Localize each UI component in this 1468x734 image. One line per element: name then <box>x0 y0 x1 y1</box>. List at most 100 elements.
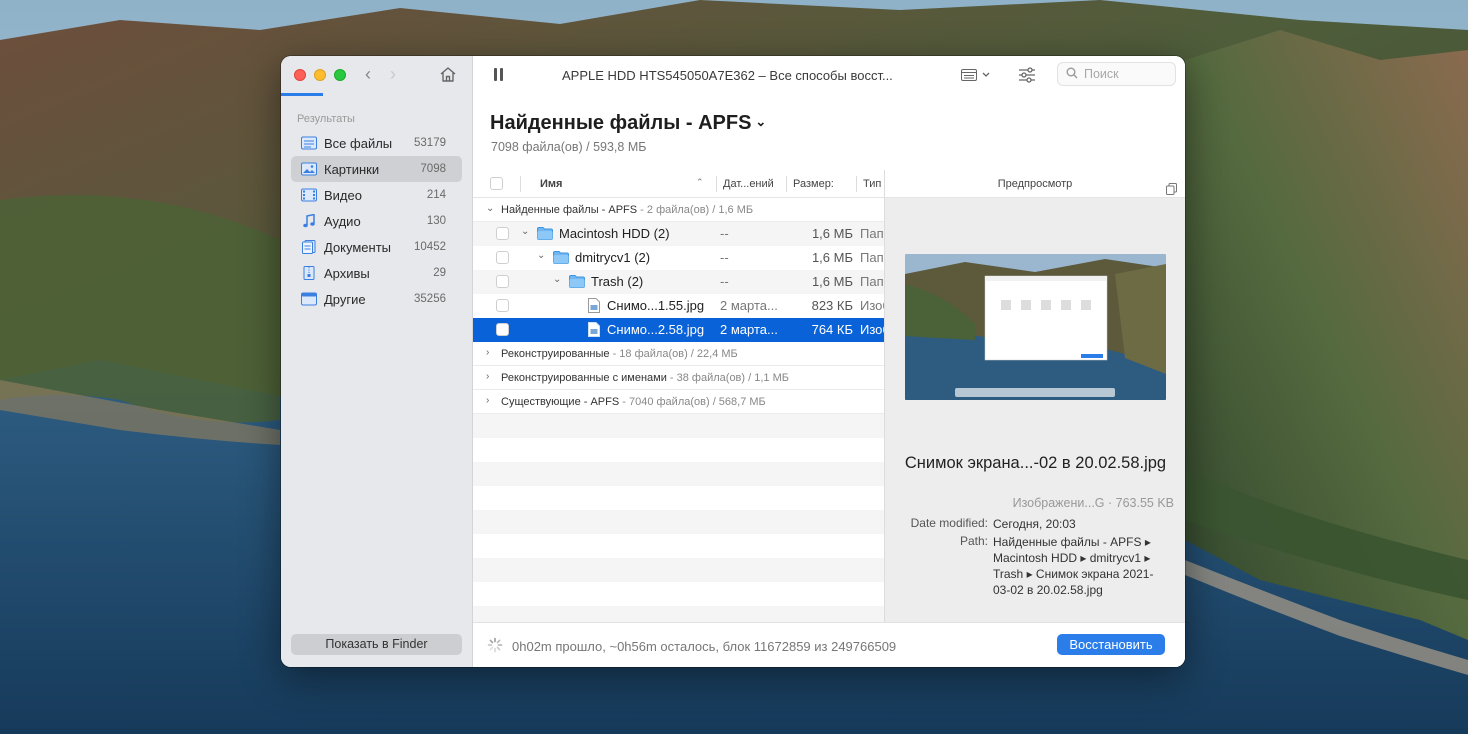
preview-metadata: Date modified: Сегодня, 20:03 Path: Найд… <box>885 516 1185 600</box>
table-row-selected[interactable]: Снимо...2.58.jpg 2 марта... 764 КБ Изобр… <box>473 318 884 342</box>
meta-value: Сегодня, 20:03 <box>993 517 1076 531</box>
row-checkbox[interactable] <box>496 299 509 312</box>
restore-button[interactable]: Восстановить <box>1057 634 1165 655</box>
sidebar-item-count: 214 <box>426 189 446 201</box>
empty-row <box>473 510 884 534</box>
scan-status-text: 0h02m прошло, ~0h56m осталось, блок 1167… <box>512 639 897 654</box>
file-size: 1,6 МБ <box>811 226 853 241</box>
pause-icon[interactable] <box>494 68 503 81</box>
all-files-icon <box>301 136 317 150</box>
sidebar-item-archives[interactable]: Архивы 29 <box>291 260 462 286</box>
home-icon[interactable] <box>439 66 457 86</box>
table-row[interactable]: ⌄ dmitrycv1 (2) -- 1,6 МБ Папка <box>473 246 884 270</box>
table-row[interactable]: Снимо...1.55.jpg 2 марта... 823 КБ Изобр… <box>473 294 884 318</box>
file-type: Папка <box>860 226 884 241</box>
file-date: -- <box>720 250 729 265</box>
chevron-right-icon[interactable]: › <box>486 371 489 382</box>
meta-label: Date modified: <box>910 516 988 530</box>
search-field[interactable] <box>1057 62 1176 86</box>
back-icon[interactable]: ‹ <box>365 65 371 83</box>
chevron-down-icon[interactable]: ⌄ <box>537 250 545 261</box>
filter-settings-icon[interactable] <box>1018 67 1036 86</box>
empty-row <box>473 462 884 486</box>
sidebar-item-count: 29 <box>433 267 446 279</box>
file-size: 823 КБ <box>811 298 853 313</box>
column-divider <box>520 176 521 192</box>
page-title-text: Найденные файлы - APFS <box>490 112 752 134</box>
sidebar-item-other[interactable]: Другие 35256 <box>291 286 462 312</box>
meta-row-path: Path: Найденные файлы - APFS ▸ Macintosh… <box>885 534 1185 598</box>
search-input[interactable] <box>1084 67 1174 81</box>
results-section-label: Результаты <box>297 113 355 125</box>
page-title[interactable]: Найденные файлы - APFS ⌄ <box>490 112 766 135</box>
file-type: Изображение <box>860 298 884 313</box>
empty-row <box>473 558 884 582</box>
chevron-down-icon[interactable]: ⌄ <box>521 226 529 237</box>
sidebar-item-audio[interactable]: Аудио 130 <box>291 208 462 234</box>
meta-value: Найденные файлы - APFS ▸ Macintosh HDD ▸… <box>993 535 1154 597</box>
group-detail: - 7040 файла(ов) / 568,7 МБ <box>619 396 766 408</box>
row-checkbox[interactable] <box>496 251 509 264</box>
group-title: Реконструированные с именами <box>501 372 667 384</box>
sidebar-item-count: 53179 <box>414 137 446 149</box>
row-checkbox[interactable] <box>496 323 509 336</box>
forward-icon[interactable]: › <box>390 65 396 83</box>
image-file-icon <box>588 298 600 313</box>
sidebar-item-video[interactable]: Видео 214 <box>291 182 462 208</box>
table-row[interactable]: ⌄ Macintosh HDD (2) -- 1,6 МБ Папка <box>473 222 884 246</box>
file-type: Папка <box>860 250 884 265</box>
category-list: Все файлы 53179 Картинки 7098 Видео 214 <box>291 130 462 312</box>
empty-row <box>473 582 884 606</box>
zoom-window-button[interactable] <box>334 69 346 81</box>
empty-row <box>473 486 884 510</box>
file-date: 2 марта... <box>720 298 778 313</box>
show-in-finder-button[interactable]: Показать в Finder <box>291 634 462 655</box>
sidebar-item-all-files[interactable]: Все файлы 53179 <box>291 130 462 156</box>
app-window: ‹ › Результаты Все файлы 53179 Картинки … <box>281 56 1185 667</box>
copy-icon[interactable] <box>1166 178 1177 206</box>
file-name: Снимо...1.55.jpg <box>607 298 705 313</box>
file-size: 1,6 МБ <box>811 274 853 289</box>
group-row[interactable]: ⌄ Найденные файлы - APFS - 2 файла(ов) /… <box>473 198 884 222</box>
group-row[interactable]: › Существующие - APFS - 7040 файла(ов) /… <box>473 390 884 414</box>
chevron-right-icon[interactable]: › <box>486 395 489 406</box>
video-icon <box>301 188 317 202</box>
sidebar-item-label: Другие <box>324 291 366 307</box>
chevron-right-icon[interactable]: › <box>486 347 489 358</box>
image-file-icon <box>588 322 600 337</box>
group-title: Существующие - APFS <box>501 396 620 408</box>
sidebar-item-documents[interactable]: Документы 10452 <box>291 234 462 260</box>
sidebar-item-label: Видео <box>324 187 362 203</box>
column-header-type[interactable]: Тип <box>863 178 881 190</box>
window-controls <box>294 69 346 81</box>
chevron-down-icon[interactable]: ⌄ <box>486 203 494 214</box>
folder-icon <box>553 251 569 264</box>
group-title: Реконструированные <box>501 348 610 360</box>
row-checkbox[interactable] <box>496 275 509 288</box>
sidebar-item-count: 35256 <box>414 293 446 305</box>
row-checkbox[interactable] <box>496 227 509 240</box>
column-header-size[interactable]: Размер: <box>793 178 834 190</box>
sidebar-item-label: Документы <box>324 239 392 255</box>
column-divider <box>716 176 717 192</box>
table-header: Имя ⌃ Дат...ений Размер: Тип <box>473 170 884 198</box>
empty-row <box>473 414 884 438</box>
group-row[interactable]: › Реконструированные - 18 файла(ов) / 22… <box>473 342 884 366</box>
sidebar-item-pictures[interactable]: Картинки 7098 <box>291 156 462 182</box>
minimize-window-button[interactable] <box>314 69 326 81</box>
preview-kind-size: Изображени...G · 763.55 KB <box>1012 496 1174 510</box>
column-header-date[interactable]: Дат...ений <box>723 178 774 190</box>
file-date: 2 марта... <box>720 322 778 337</box>
audio-icon <box>301 213 317 228</box>
table-row[interactable]: ⌄ Trash (2) -- 1,6 МБ Папка <box>473 270 884 294</box>
preview-pane: Предпросмотр Снимок экрана...-02 в 20.02… <box>884 170 1185 622</box>
group-row[interactable]: › Реконструированные с именами - 38 файл… <box>473 366 884 390</box>
chevron-down-icon[interactable]: ⌄ <box>553 274 561 285</box>
file-size: 764 КБ <box>811 322 853 337</box>
view-mode-icon[interactable] <box>961 68 995 85</box>
documents-icon <box>301 240 317 254</box>
close-window-button[interactable] <box>294 69 306 81</box>
select-all-checkbox[interactable] <box>490 177 503 190</box>
column-header-name[interactable]: Имя <box>540 178 562 190</box>
file-table: Имя ⌃ Дат...ений Размер: Тип ⌄ Найденные… <box>473 170 884 622</box>
